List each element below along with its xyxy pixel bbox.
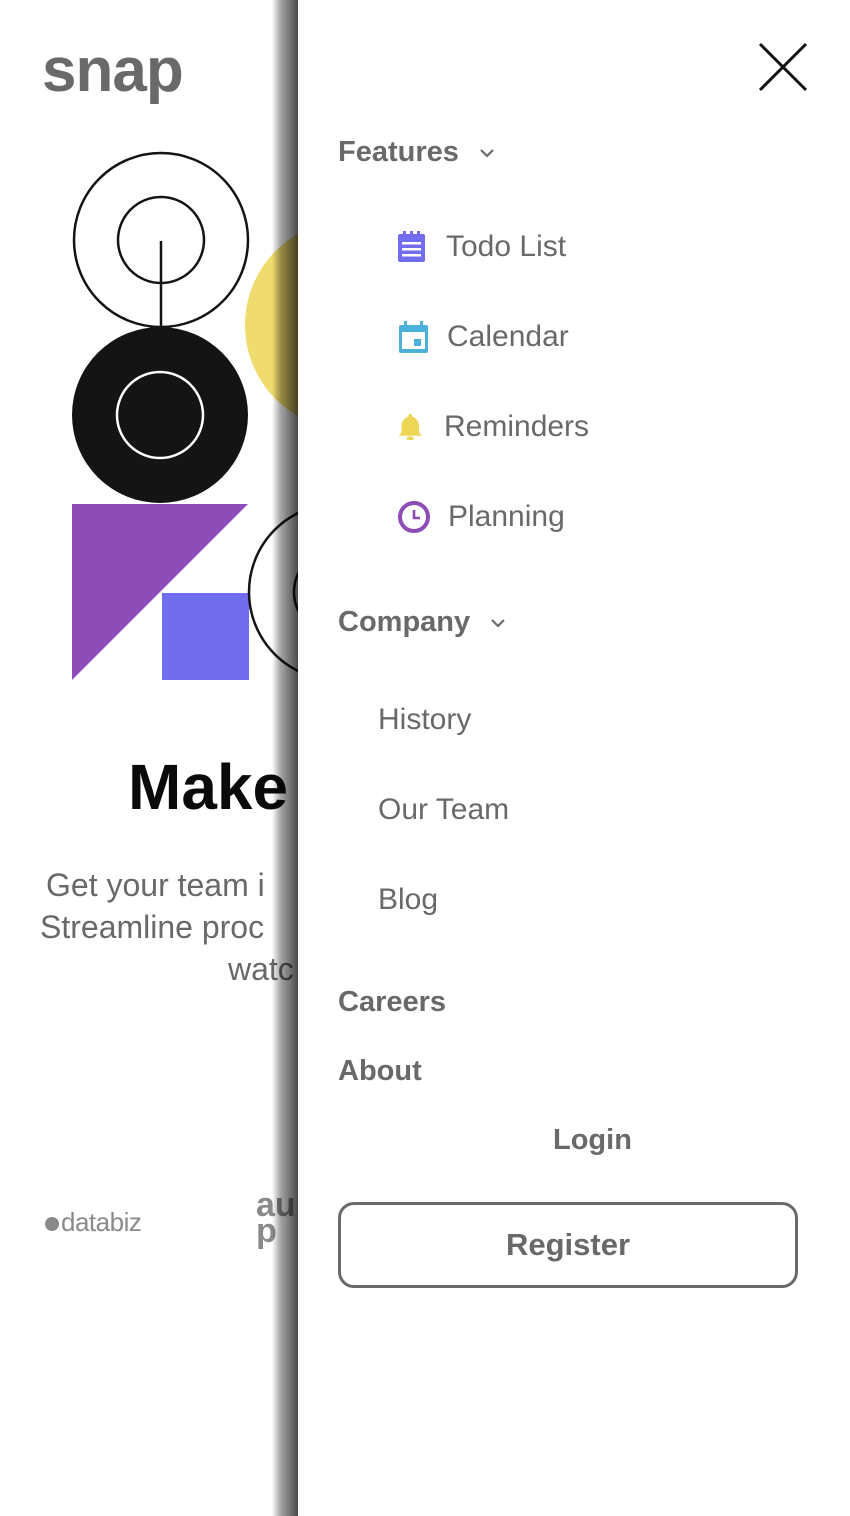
clock-icon	[398, 501, 430, 533]
calendar-icon	[399, 321, 428, 353]
close-menu-button[interactable]	[756, 40, 810, 94]
submenu-item-label: Reminders	[444, 410, 590, 443]
submenu-item-history[interactable]: History	[378, 703, 471, 737]
bell-icon	[398, 413, 422, 441]
submenu-item-label: Planning	[448, 500, 565, 533]
submenu-item-todo-list[interactable]: Todo List	[396, 230, 566, 264]
nav-company-label: Company	[338, 606, 471, 638]
submenu-item-label: Calendar	[447, 320, 569, 353]
client-logo-databiz: databiz	[45, 1207, 142, 1238]
hero-title: Make	[128, 751, 289, 823]
drawer-shadow	[272, 0, 300, 1516]
nav-about[interactable]: About	[338, 1055, 422, 1088]
login-link[interactable]: Login	[553, 1124, 632, 1157]
client-logo-text: databiz	[61, 1207, 142, 1237]
close-icon	[758, 42, 808, 92]
chevron-down-icon	[491, 618, 505, 628]
databiz-dot-icon	[45, 1217, 59, 1231]
nav-careers[interactable]: Careers	[338, 986, 446, 1019]
mobile-nav-drawer: Features Todo List Calendar Reminders Pl…	[298, 0, 850, 1516]
submenu-item-our-team[interactable]: Our Team	[378, 793, 509, 827]
submenu-item-calendar[interactable]: Calendar	[397, 320, 569, 354]
submenu-item-blog[interactable]: Blog	[378, 883, 438, 917]
chevron-down-icon	[480, 148, 494, 158]
register-button[interactable]: Register	[338, 1202, 798, 1288]
nav-features[interactable]: Features	[338, 136, 497, 169]
submenu-item-planning[interactable]: Planning	[398, 500, 565, 534]
nav-company[interactable]: Company	[338, 606, 508, 639]
nav-features-label: Features	[338, 136, 459, 168]
submenu-item-label: Todo List	[446, 230, 567, 263]
todo-list-icon	[398, 231, 425, 262]
snap-logo[interactable]: snap	[42, 40, 184, 102]
submenu-item-reminders[interactable]: Reminders	[398, 410, 589, 444]
